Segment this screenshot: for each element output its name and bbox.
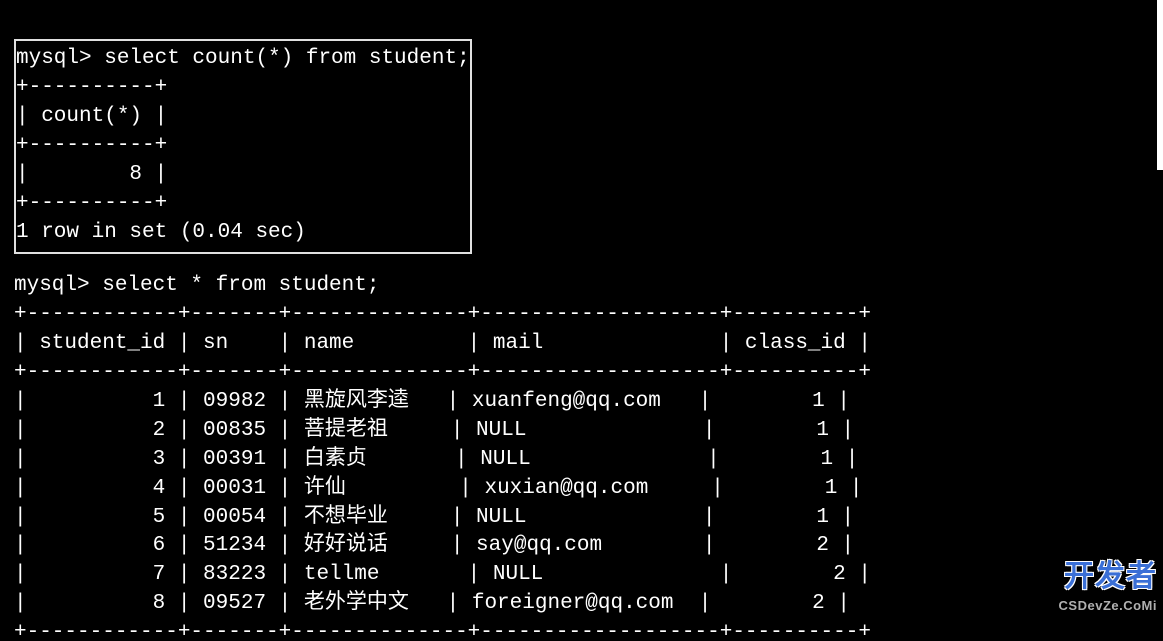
watermark-logo: 开发者 — [1064, 556, 1157, 597]
query-result-count: mysql> select count(*) from student; +--… — [14, 39, 472, 254]
query-result-select-all: mysql> select * from student; +---------… — [14, 272, 1149, 641]
scrollbar-indicator — [1157, 0, 1163, 170]
watermark-subtext: CSDevZe.CoMi — [1059, 597, 1157, 615]
terminal-output: mysql> select count(*) from student; +--… — [0, 0, 1163, 641]
